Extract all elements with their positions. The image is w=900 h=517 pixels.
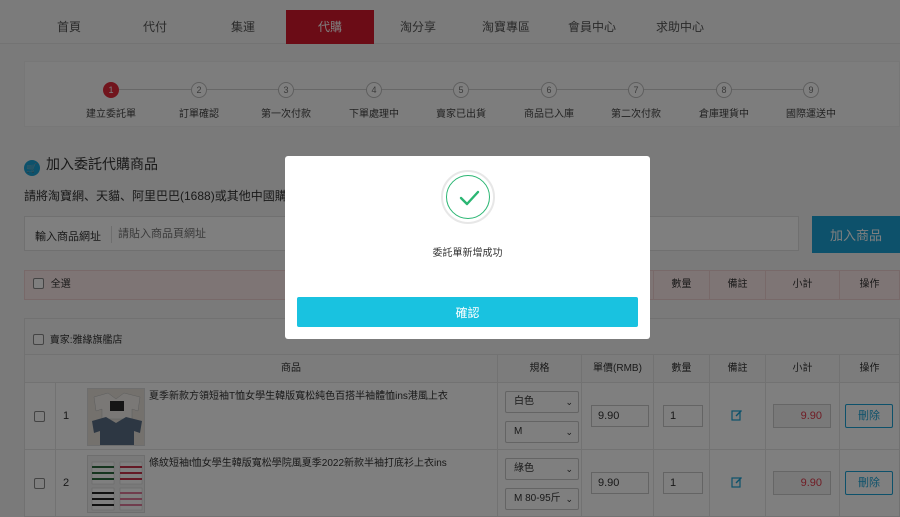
check-icon (459, 190, 480, 206)
success-icon-inner (446, 175, 490, 219)
success-icon (441, 170, 495, 224)
dialog-message: 委託單新增成功 (432, 248, 503, 259)
success-dialog: 委託單新增成功 確認 (285, 156, 650, 339)
confirm-button[interactable]: 確認 (297, 297, 638, 327)
